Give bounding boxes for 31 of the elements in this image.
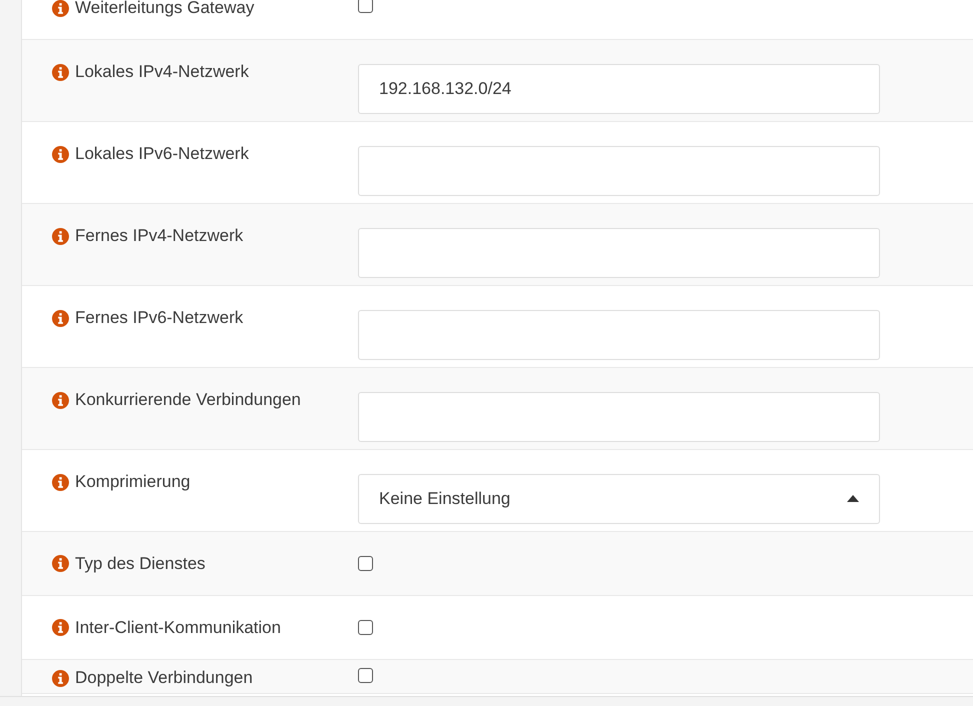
field-label: Lokales IPv4-Netzwerk — [75, 62, 249, 82]
info-icon[interactable] — [52, 64, 69, 80]
field-label: Lokales IPv6-Netzwerk — [75, 144, 249, 164]
field-label: Fernes IPv6-Netzwerk — [75, 308, 244, 328]
input-field[interactable] — [358, 392, 880, 442]
info-icon[interactable] — [52, 474, 69, 490]
checkbox[interactable] — [358, 0, 373, 13]
field-label: Komprimierung — [75, 472, 190, 492]
field-label: Inter-Client-Kommunikation — [75, 618, 281, 638]
input-field[interactable] — [358, 228, 880, 278]
dropdown[interactable]: Keine Einstellung — [358, 474, 880, 524]
checkbox[interactable] — [358, 668, 373, 683]
input-field[interactable]: 192.168.132.0/24 — [358, 64, 880, 114]
info-icon[interactable] — [52, 228, 69, 244]
info-icon[interactable] — [52, 146, 69, 162]
caret-icon — [847, 495, 859, 502]
field-label: Weiterleitungs Gateway — [75, 0, 254, 18]
info-icon[interactable] — [52, 670, 69, 686]
field-label: Doppelte Verbindungen — [75, 668, 253, 688]
field-label: Konkurrierende Verbindungen — [75, 390, 301, 410]
input-field[interactable] — [358, 310, 880, 360]
info-icon[interactable] — [52, 0, 69, 16]
info-icon[interactable] — [52, 555, 69, 572]
info-icon[interactable] — [52, 619, 69, 636]
field-label: Typ des Dienstes — [75, 554, 206, 574]
checkbox[interactable] — [358, 620, 373, 635]
checkbox[interactable] — [358, 556, 373, 571]
input-field[interactable] — [358, 146, 880, 196]
field-label: Fernes IPv4-Netzwerk — [75, 226, 244, 246]
info-icon[interactable] — [52, 392, 69, 408]
info-icon[interactable] — [52, 310, 69, 326]
